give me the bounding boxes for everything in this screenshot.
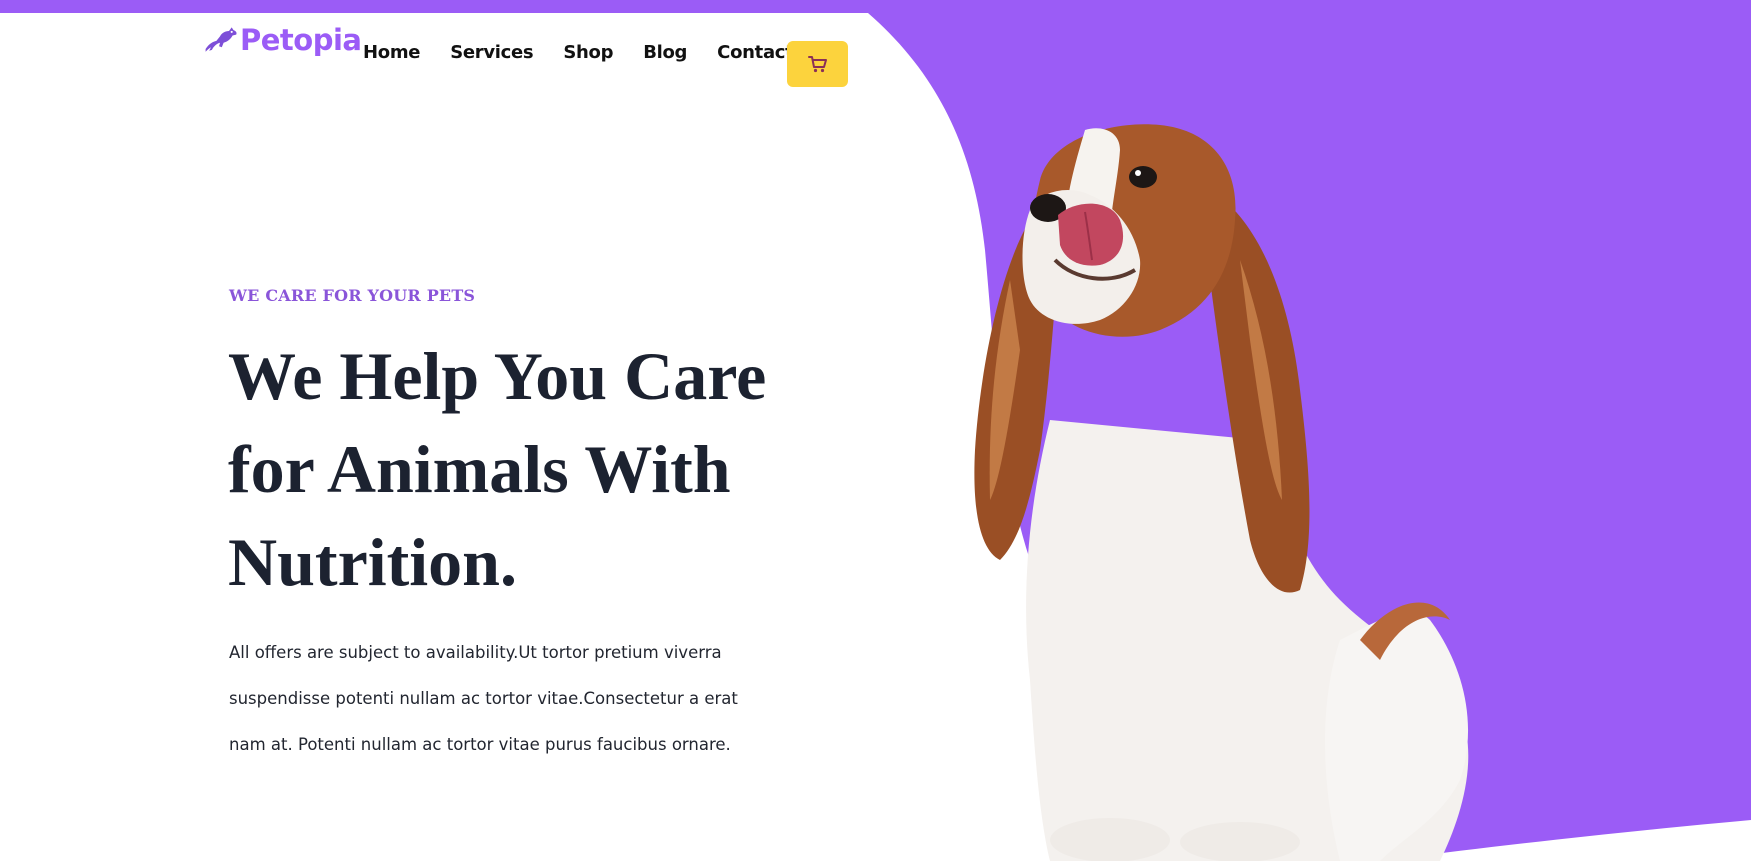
description-line: suspendisse potenti nullam ac tortor vit… xyxy=(229,689,738,708)
nav-shop[interactable]: Shop xyxy=(563,42,613,63)
nav-home[interactable]: Home xyxy=(363,42,421,63)
description-line: nam at. Potenti nullam ac tortor vitae p… xyxy=(229,735,731,754)
headline-line: for Animals With xyxy=(228,431,731,507)
cart-icon xyxy=(807,56,827,73)
hero-eyebrow: WE CARE FOR YOUR PETS xyxy=(229,286,476,305)
main-nav: Home Services Shop Blog Contact xyxy=(363,42,823,63)
top-accent-strip xyxy=(0,0,1751,13)
description-line: All offers are subject to availability.U… xyxy=(229,643,722,662)
hero-headline: We Help You Care for Animals With Nutrit… xyxy=(228,330,828,609)
logo-text: Petopia xyxy=(240,23,362,57)
cart-button[interactable] xyxy=(787,41,848,87)
nav-blog[interactable]: Blog xyxy=(643,42,687,63)
headline-line: Nutrition. xyxy=(228,524,517,600)
page: Petopia Home Services Shop Blog Contact … xyxy=(0,0,1751,861)
dog-image xyxy=(974,124,1469,861)
nav-contact[interactable]: Contact xyxy=(717,42,794,63)
paw-dog-icon xyxy=(205,27,237,52)
hero-description: All offers are subject to availability.U… xyxy=(229,630,769,768)
nav-services[interactable]: Services xyxy=(450,42,533,63)
site-logo[interactable]: Petopia xyxy=(202,22,362,58)
headline-line: We Help You Care xyxy=(228,338,767,414)
